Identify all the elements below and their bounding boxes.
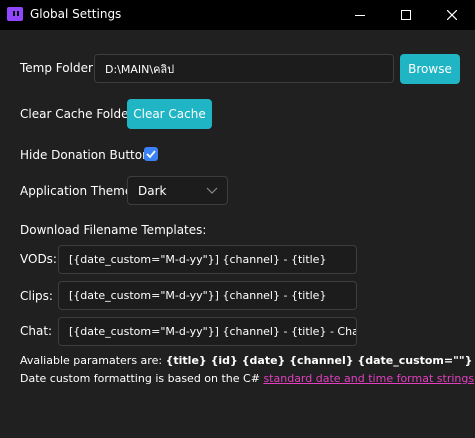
browse-button[interactable]: Browse	[400, 54, 460, 84]
temp-folder-value: D:\MAIN\คลิป	[105, 62, 175, 76]
close-button[interactable]	[429, 0, 475, 30]
clips-template-input[interactable]: [{date_custom="M-d-yy"}] {channel} - {ti…	[58, 281, 357, 310]
params-list: {title} {id} {date} {channel} {date_cust…	[165, 354, 473, 367]
chat-label: Chat:	[20, 324, 53, 338]
chat-template-value: [{date_custom="M-d-yy"}] {channel} - {ti…	[69, 325, 357, 338]
temp-folder-input[interactable]: D:\MAIN\คลิป	[94, 54, 394, 83]
window-title: Global Settings	[30, 7, 122, 21]
hide-donation-checkbox[interactable]	[144, 147, 158, 161]
chat-template-input[interactable]: [{date_custom="M-d-yy"}] {channel} - {ti…	[58, 317, 357, 346]
clips-template-value: [{date_custom="M-d-yy"}] {channel} - {ti…	[69, 289, 327, 302]
clear-cache-button[interactable]: Clear Cache	[127, 99, 212, 129]
minimize-button[interactable]	[337, 0, 383, 30]
theme-selected-value: Dark	[138, 184, 167, 198]
vods-template-value: [{date_custom="M-d-yy"}] {channel} - {ti…	[69, 253, 327, 266]
vods-template-input[interactable]: [{date_custom="M-d-yy"}] {channel} - {ti…	[58, 245, 357, 274]
app-icon	[7, 7, 23, 21]
clear-cache-label: Clear Cache Folder:	[20, 107, 138, 121]
date-format-link[interactable]: standard date and time format strings	[263, 372, 474, 385]
close-icon	[447, 10, 457, 20]
clips-label: Clips:	[20, 289, 53, 303]
temp-folder-label: Temp Folder:	[20, 61, 97, 75]
hide-donation-label: Hide Donation Button:	[20, 148, 154, 162]
chevron-down-icon	[206, 187, 218, 194]
theme-label: Application Theme:	[20, 184, 137, 198]
global-settings-window: Global Settings Temp Folder: D:\MAIN\คลิ…	[0, 0, 475, 438]
date-format-text: Date custom formatting is based on the C…	[20, 372, 474, 385]
theme-select[interactable]: Dark	[127, 176, 228, 205]
title-bar[interactable]: Global Settings	[0, 0, 475, 30]
checkmark-icon	[146, 150, 156, 159]
maximize-icon	[401, 10, 411, 20]
vods-label: VODs:	[20, 252, 57, 266]
date-format-prefix: Date custom formatting is based on the C…	[20, 372, 264, 385]
minimize-icon	[355, 15, 365, 16]
params-prefix: Avaliable paramaters are:	[20, 354, 166, 367]
maximize-button[interactable]	[383, 0, 429, 30]
templates-heading: Download Filename Templates:	[20, 223, 207, 237]
available-parameters-text: Avaliable paramaters are: {title} {id} {…	[20, 354, 472, 367]
